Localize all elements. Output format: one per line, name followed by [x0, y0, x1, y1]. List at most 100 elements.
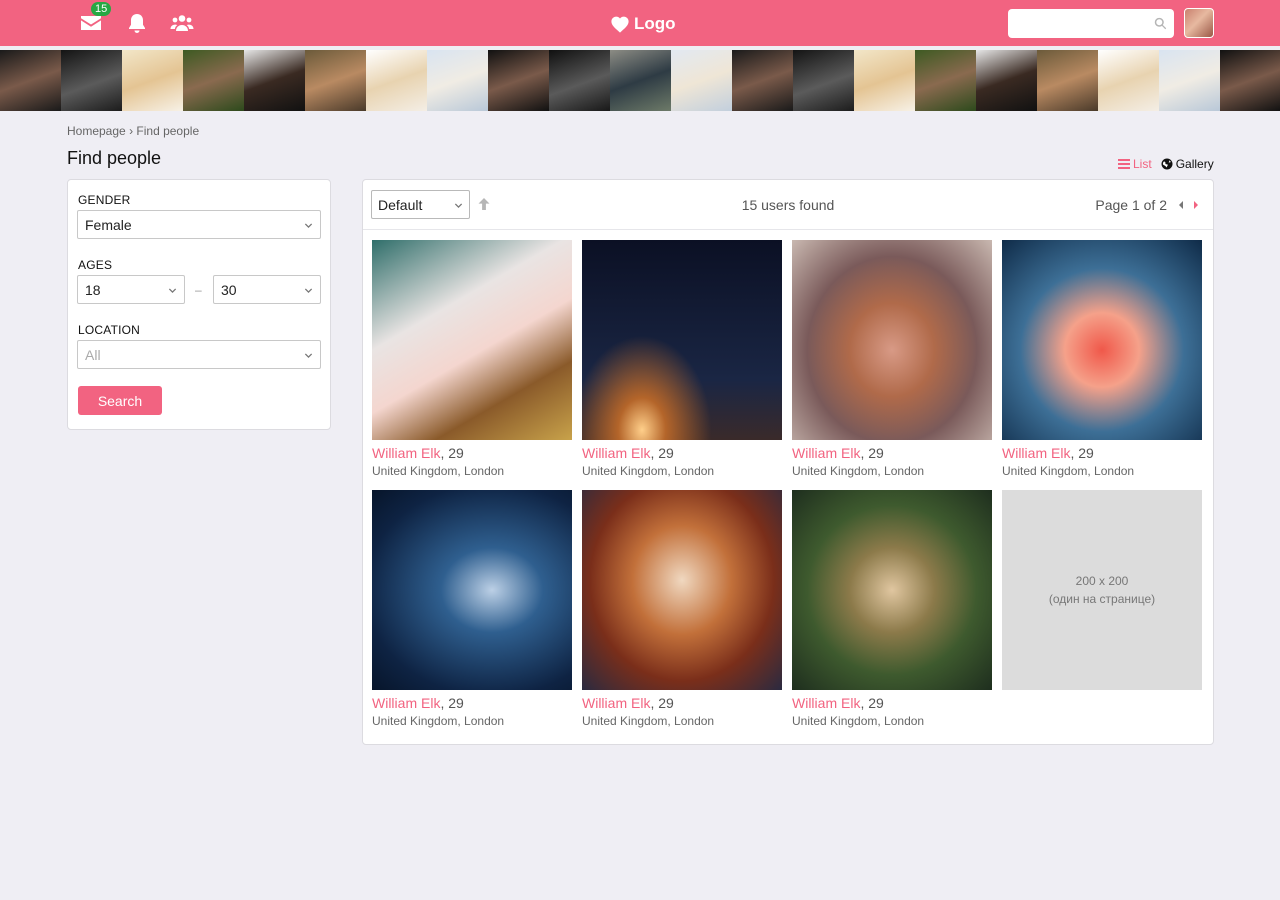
location-label: LOCATION — [78, 323, 141, 337]
user-photo[interactable] — [792, 240, 992, 440]
view-gallery-button[interactable]: Gallery — [1161, 157, 1214, 171]
chevron-down-icon — [304, 286, 313, 295]
results-count: 15 users found — [741, 197, 835, 213]
location-value: All — [85, 346, 101, 363]
user-age: , 29 — [650, 445, 674, 461]
age-to-value: 30 — [221, 281, 237, 298]
featured-photo-thumbnail[interactable] — [488, 50, 549, 111]
user-age: , 29 — [440, 445, 464, 461]
results-panel: Default 15 users found Page 1 of 2 Willi… — [362, 179, 1214, 745]
age-from-select[interactable]: 18 — [77, 275, 185, 304]
breadcrumb-separator: › — [129, 124, 134, 138]
user-card: William Elk, 29 United Kingdom, London — [792, 490, 992, 728]
breadcrumb-home[interactable]: Homepage — [67, 124, 126, 138]
featured-photo-thumbnail[interactable] — [610, 50, 671, 111]
user-name-link[interactable]: William Elk — [792, 695, 860, 711]
user-photo[interactable] — [372, 490, 572, 690]
ad-placeholder[interactable]: 200 x 200 (один на странице) — [1002, 490, 1202, 690]
user-age: , 29 — [650, 695, 674, 711]
featured-photo-thumbnail[interactable] — [0, 50, 61, 111]
user-card: William Elk, 29 United Kingdom, London — [1002, 240, 1202, 478]
avatar[interactable] — [1184, 8, 1214, 38]
logo[interactable]: Logo — [610, 12, 676, 36]
top-bar: 15 Logo — [0, 0, 1280, 46]
list-icon — [1118, 159, 1130, 169]
age-from-value: 18 — [85, 281, 101, 298]
search-icon[interactable] — [1154, 17, 1167, 30]
user-name-line: William Elk, 29 — [1002, 445, 1202, 461]
user-photo[interactable] — [582, 240, 782, 440]
age-to-select[interactable]: 30 — [213, 275, 321, 304]
user-name-link[interactable]: William Elk — [582, 695, 650, 711]
user-name-link[interactable]: William Elk — [582, 445, 650, 461]
user-card: William Elk, 29 United Kingdom, London — [582, 490, 782, 728]
age-range-separator: – — [195, 283, 202, 297]
featured-photo-thumbnail[interactable] — [915, 50, 976, 111]
chevron-down-icon — [168, 286, 177, 295]
featured-photo-thumbnail[interactable] — [1159, 50, 1220, 111]
view-gallery-label: Gallery — [1175, 157, 1214, 171]
location-select[interactable]: All — [77, 340, 321, 369]
user-name-line: William Elk, 29 — [372, 445, 572, 461]
featured-photo-thumbnail[interactable] — [61, 50, 122, 111]
featured-photo-thumbnail[interactable] — [366, 50, 427, 111]
user-name-link[interactable]: William Elk — [1002, 445, 1070, 461]
breadcrumb-current: Find people — [136, 124, 200, 138]
featured-photo-thumbnail[interactable] — [976, 50, 1037, 111]
view-list-button[interactable]: List — [1118, 157, 1152, 171]
page-title: Find people — [67, 148, 162, 168]
user-age: , 29 — [440, 695, 464, 711]
featured-photo-thumbnail[interactable] — [244, 50, 305, 111]
globe-icon — [1161, 158, 1173, 170]
user-name-line: William Elk, 29 — [792, 695, 992, 711]
featured-photo-thumbnail[interactable] — [427, 50, 488, 111]
user-photo[interactable] — [582, 490, 782, 690]
user-name-link[interactable]: William Elk — [372, 445, 440, 461]
user-photo[interactable] — [792, 490, 992, 690]
user-card: William Elk, 29 United Kingdom, London — [582, 240, 782, 478]
user-card: William Elk, 29 United Kingdom, London — [372, 240, 572, 478]
featured-photo-thumbnail[interactable] — [1098, 50, 1159, 111]
chevron-down-icon — [304, 351, 313, 360]
featured-photo-thumbnail[interactable] — [122, 50, 183, 111]
prev-page-icon[interactable] — [1176, 199, 1186, 211]
user-name-line: William Elk, 29 — [582, 445, 782, 461]
header-search-input[interactable] — [1008, 9, 1148, 38]
users-icon[interactable] — [170, 11, 194, 35]
user-name-link[interactable]: William Elk — [792, 445, 860, 461]
featured-photo-thumbnail[interactable] — [793, 50, 854, 111]
breadcrumb: Homepage › Find people — [67, 124, 199, 138]
user-location: United Kingdom, London — [792, 714, 925, 728]
header-search — [1008, 9, 1174, 38]
featured-photo-thumbnail[interactable] — [732, 50, 793, 111]
user-location: United Kingdom, London — [372, 714, 505, 728]
messages-badge: 15 — [91, 2, 112, 16]
user-card: William Elk, 29 United Kingdom, London — [372, 490, 572, 728]
gender-select[interactable]: Female — [77, 210, 321, 239]
user-name-link[interactable]: William Elk — [372, 695, 440, 711]
featured-photo-thumbnail[interactable] — [854, 50, 915, 111]
featured-photo-thumbnail[interactable] — [305, 50, 366, 111]
gender-label: GENDER — [78, 193, 131, 207]
user-location: United Kingdom, London — [792, 464, 925, 478]
user-location: United Kingdom, London — [1002, 464, 1135, 478]
next-page-icon[interactable] — [1191, 199, 1201, 211]
user-card: William Elk, 29 United Kingdom, London — [792, 240, 992, 478]
featured-photo-strip — [0, 50, 1280, 111]
ages-label: AGES — [78, 258, 113, 272]
featured-photo-thumbnail[interactable] — [183, 50, 244, 111]
ad-size-text: 200 x 200 — [1075, 574, 1129, 588]
search-filter-panel: GENDER Female AGES 18 – 30 LOCATION All … — [67, 179, 331, 430]
user-age: , 29 — [860, 445, 884, 461]
gender-value: Female — [85, 216, 132, 233]
user-photo[interactable] — [1002, 240, 1202, 440]
featured-photo-thumbnail[interactable] — [671, 50, 732, 111]
ad-note-text: (один на странице) — [1048, 592, 1156, 606]
featured-photo-thumbnail[interactable] — [549, 50, 610, 111]
user-photo[interactable] — [372, 240, 572, 440]
bell-icon[interactable] — [125, 11, 149, 35]
featured-photo-thumbnail[interactable] — [1220, 50, 1280, 111]
featured-photo-thumbnail[interactable] — [1037, 50, 1098, 111]
page-indicator: Page 1 of 2 — [1095, 197, 1167, 213]
search-button[interactable]: Search — [78, 386, 162, 415]
